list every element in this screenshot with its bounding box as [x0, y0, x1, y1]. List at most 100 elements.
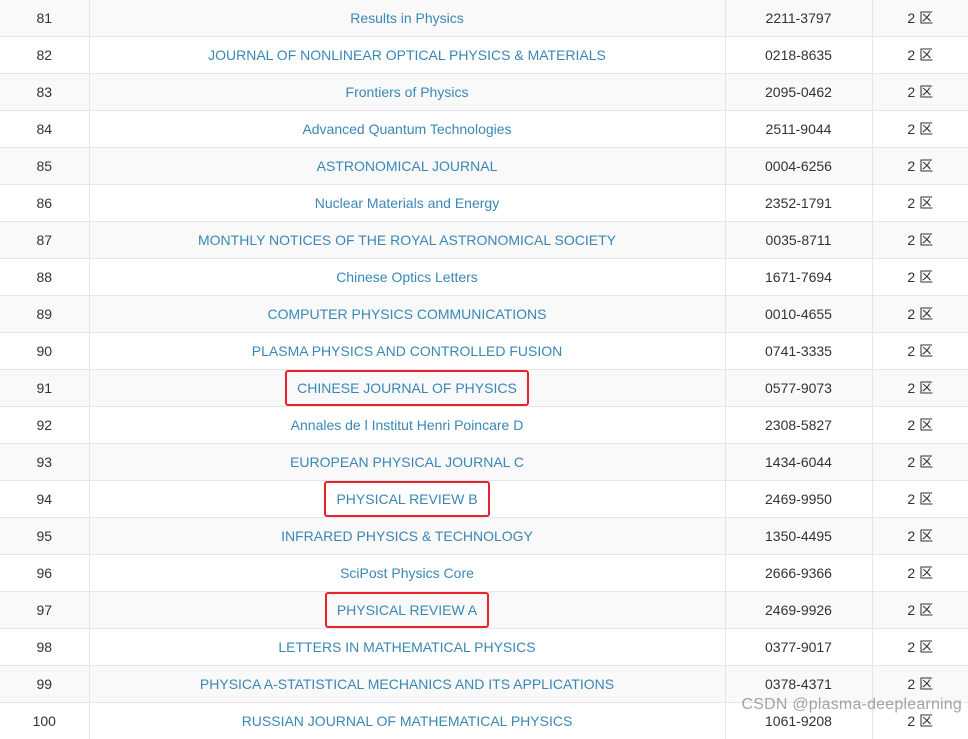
rank-cell: 89 [0, 296, 89, 333]
zone-cell: 2 区 [872, 555, 968, 592]
rank-cell: 95 [0, 518, 89, 555]
table-row: 100 RUSSIAN JOURNAL OF MATHEMATICAL PHYSI… [0, 703, 968, 739]
table-row: 98 LETTERS IN MATHEMATICAL PHYSICS 0377-90… [0, 629, 968, 666]
zone-cell: 2 区 [872, 592, 968, 629]
table-row: 97 PHYSICAL REVIEW A 2469-99262 区 [0, 592, 968, 629]
zone-cell: 2 区 [872, 111, 968, 148]
journal-name-cell: Annales de l Institut Henri Poincare D [89, 407, 725, 444]
journal-link[interactable]: EUROPEAN PHYSICAL JOURNAL C [283, 444, 531, 480]
issn-cell: 2469-9926 [725, 592, 872, 629]
issn-cell: 1061-9208 [725, 703, 872, 739]
issn-cell: 0035-8711 [725, 222, 872, 259]
rank-cell: 82 [0, 37, 89, 74]
journal-link[interactable]: Frontiers of Physics [339, 74, 476, 110]
zone-cell: 2 区 [872, 37, 968, 74]
table-row: 99PHYSICA A-STATISTICAL MECHANICS AND IT… [0, 666, 968, 703]
journal-name-cell: COMPUTER PHYSICS COMMUNICATIONS [89, 296, 725, 333]
issn-cell: 2666-9366 [725, 555, 872, 592]
zone-cell: 2 区 [872, 444, 968, 481]
journal-link[interactable]: RUSSIAN JOURNAL OF MATHEMATICAL PHYSICS [235, 703, 580, 739]
zone-cell: 2 区 [872, 74, 968, 111]
issn-cell: 0218-8635 [725, 37, 872, 74]
table-row: 90 PLASMA PHYSICS AND CONTROLLED FUSION 07… [0, 333, 968, 370]
table-row: 89COMPUTER PHYSICS COMMUNICATIONS0010-46… [0, 296, 968, 333]
zone-cell: 2 区 [872, 666, 968, 703]
issn-cell: 0741-3335 [725, 333, 872, 370]
zone-cell: 2 区 [872, 148, 968, 185]
journal-link[interactable]: Chinese Optics Letters [329, 259, 485, 295]
rank-cell: 84 [0, 111, 89, 148]
zone-cell: 2 区 [872, 222, 968, 259]
journal-link[interactable]: LETTERS IN MATHEMATICAL PHYSICS [271, 629, 542, 665]
journal-link[interactable]: Advanced Quantum Technologies [295, 111, 518, 147]
rank-cell: 81 [0, 0, 89, 37]
table-row: 96 SciPost Physics Core 2666-93662 区 [0, 555, 968, 592]
rank-cell: 83 [0, 74, 89, 111]
table-row: 95 INFRARED PHYSICS & TECHNOLOGY 1350-4495… [0, 518, 968, 555]
zone-cell: 2 区 [872, 481, 968, 518]
journal-name-cell: PHYSICAL REVIEW A [89, 592, 725, 629]
journal-link-highlighted[interactable]: PHYSICAL REVIEW A [325, 592, 489, 628]
rank-cell: 87 [0, 222, 89, 259]
journal-link[interactable]: Results in Physics [343, 0, 471, 36]
journal-name-cell: SciPost Physics Core [89, 555, 725, 592]
journal-name-cell: Frontiers of Physics [89, 74, 725, 111]
journal-link[interactable]: COMPUTER PHYSICS COMMUNICATIONS [261, 296, 554, 332]
journal-link[interactable]: INFRARED PHYSICS & TECHNOLOGY [274, 518, 540, 554]
journal-link[interactable]: ASTRONOMICAL JOURNAL [310, 148, 505, 184]
journal-link[interactable]: Annales de l Institut Henri Poincare D [284, 407, 531, 443]
rank-cell: 88 [0, 259, 89, 296]
table-row: 83 Frontiers of Physics 2095-04622 区 [0, 74, 968, 111]
journal-link-highlighted[interactable]: CHINESE JOURNAL OF PHYSICS [285, 370, 529, 406]
table-row: 92Annales de l Institut Henri Poincare D… [0, 407, 968, 444]
rank-cell: 90 [0, 333, 89, 370]
journal-name-cell: Results in Physics [89, 0, 725, 37]
journal-name-cell: Chinese Optics Letters [89, 259, 725, 296]
zone-cell: 2 区 [872, 629, 968, 666]
rank-cell: 85 [0, 148, 89, 185]
journal-name-cell: Advanced Quantum Technologies [89, 111, 725, 148]
journal-link[interactable]: SciPost Physics Core [333, 555, 481, 591]
table-row: 85 ASTRONOMICAL JOURNAL 0004-62562 区 [0, 148, 968, 185]
table-row: 82 JOURNAL OF NONLINEAR OPTICAL PHYSICS &… [0, 37, 968, 74]
rank-cell: 97 [0, 592, 89, 629]
journal-name-cell: EUROPEAN PHYSICAL JOURNAL C [89, 444, 725, 481]
zone-cell: 2 区 [872, 296, 968, 333]
journal-name-cell: MONTHLY NOTICES OF THE ROYAL ASTRONOMICA… [89, 222, 725, 259]
table-row: 81 Results in Physics 2211-37972 区 [0, 0, 968, 37]
issn-cell: 0377-9017 [725, 629, 872, 666]
zone-cell: 2 区 [872, 185, 968, 222]
table-row: 91CHINESE JOURNAL OF PHYSICS0577-90732 区 [0, 370, 968, 407]
issn-cell: 0378-4371 [725, 666, 872, 703]
journal-name-cell: RUSSIAN JOURNAL OF MATHEMATICAL PHYSICS [89, 703, 725, 739]
issn-cell: 1350-4495 [725, 518, 872, 555]
rank-cell: 86 [0, 185, 89, 222]
rank-cell: 100 [0, 703, 89, 739]
journal-name-cell: PLASMA PHYSICS AND CONTROLLED FUSION [89, 333, 725, 370]
rank-cell: 98 [0, 629, 89, 666]
journal-name-cell: LETTERS IN MATHEMATICAL PHYSICS [89, 629, 725, 666]
issn-cell: 0004-6256 [725, 148, 872, 185]
journal-link[interactable]: JOURNAL OF NONLINEAR OPTICAL PHYSICS & M… [201, 37, 613, 73]
issn-cell: 2211-3797 [725, 0, 872, 37]
table-row: 87 MONTHLY NOTICES OF THE ROYAL ASTRONOMI… [0, 222, 968, 259]
rank-cell: 96 [0, 555, 89, 592]
issn-cell: 2469-9950 [725, 481, 872, 518]
zone-cell: 2 区 [872, 0, 968, 37]
issn-cell: 1434-6044 [725, 444, 872, 481]
rank-cell: 91 [0, 370, 89, 407]
issn-cell: 2095-0462 [725, 74, 872, 111]
journal-link[interactable]: Nuclear Materials and Energy [308, 185, 506, 221]
issn-cell: 2352-1791 [725, 185, 872, 222]
issn-cell: 2511-9044 [725, 111, 872, 148]
journal-link[interactable]: PHYSICA A-STATISTICAL MECHANICS AND ITS … [193, 666, 621, 702]
journal-name-cell: Nuclear Materials and Energy [89, 185, 725, 222]
rank-cell: 94 [0, 481, 89, 518]
journal-name-cell: PHYSICAL REVIEW B [89, 481, 725, 518]
journal-link[interactable]: PLASMA PHYSICS AND CONTROLLED FUSION [245, 333, 569, 369]
journal-link-highlighted[interactable]: PHYSICAL REVIEW B [324, 481, 489, 517]
journal-name-cell: CHINESE JOURNAL OF PHYSICS [89, 370, 725, 407]
table-row: 84 Advanced Quantum Technologies 2511-9044… [0, 111, 968, 148]
zone-cell: 2 区 [872, 259, 968, 296]
journal-link[interactable]: MONTHLY NOTICES OF THE ROYAL ASTRONOMICA… [191, 222, 623, 258]
